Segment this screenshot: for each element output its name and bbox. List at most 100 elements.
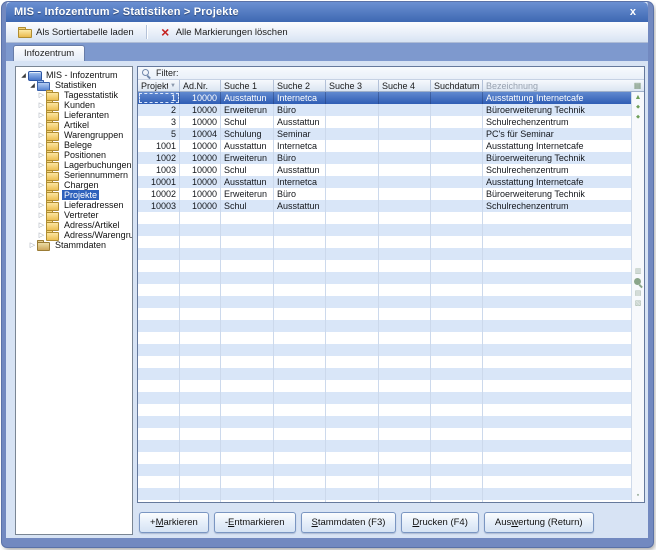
scroll-top-icon[interactable]: ▲	[635, 94, 642, 101]
close-button[interactable]: x	[626, 6, 640, 18]
tree-item-statistiken[interactable]: ◢ Statistiken	[16, 80, 132, 90]
expand-arrow-icon[interactable]: ▷	[37, 231, 46, 239]
expand-arrow-icon[interactable]: ▷	[37, 101, 46, 109]
table-cell	[180, 344, 221, 356]
table-cell	[221, 224, 274, 236]
tree-item-adress-artikel[interactable]: ▷ Adress/Artikel	[16, 220, 132, 230]
folder-icon	[46, 191, 59, 200]
column-chooser-button[interactable]: ▦	[631, 80, 644, 91]
tree-item-belege[interactable]: ▷ Belege	[16, 140, 132, 150]
tree-item-lagerbuchungen[interactable]: ▷ Lagerbuchungen	[16, 160, 132, 170]
drucken-button[interactable]: Drucken (F4)	[401, 512, 478, 533]
magnifier-icon[interactable]	[634, 278, 643, 287]
tree-item-lieferanten[interactable]: ▷ Lieferanten	[16, 110, 132, 120]
table-cell	[379, 368, 431, 380]
expand-arrow-icon[interactable]: ▷	[37, 161, 46, 169]
expand-arrow-icon[interactable]: ▷	[37, 151, 46, 159]
table-cell	[379, 116, 431, 128]
table-cell	[379, 356, 431, 368]
entmarkieren-button[interactable]: - Entmarkieren	[214, 512, 296, 533]
folder-icon	[46, 121, 59, 130]
collapse-arrow-icon[interactable]: ◢	[28, 82, 37, 89]
filter-row[interactable]: Filter:	[138, 67, 644, 80]
table-row[interactable]: 100110000AusstattunInternetcaAusstattung…	[138, 140, 631, 152]
tree-item-kunden[interactable]: ▷ Kunden	[16, 100, 132, 110]
table-cell	[483, 248, 631, 260]
empty-row	[138, 344, 631, 356]
column-header-suche-2[interactable]: Suche 2	[274, 80, 326, 91]
table-cell	[431, 140, 483, 152]
load-as-sort-table-button[interactable]: Als Sortiertabelle laden	[12, 24, 140, 41]
tree-item-chargen[interactable]: ▷ Chargen	[16, 180, 132, 190]
column-header-label: Suche 2	[277, 81, 322, 91]
rows-icon[interactable]: ▤	[635, 290, 642, 297]
folder-icon	[46, 141, 59, 150]
table-cell	[483, 380, 631, 392]
expand-arrow-icon[interactable]: ▷	[37, 181, 46, 189]
tree-item-vertreter[interactable]: ▷ Vertreter	[16, 210, 132, 220]
expand-arrow-icon[interactable]: ▷	[37, 221, 46, 229]
table-row[interactable]: 1000310000SchulAusstattunSchulrechenzent…	[138, 200, 631, 212]
markieren-button[interactable]: + Markieren	[139, 512, 209, 533]
tab-infozentrum[interactable]: Infozentrum	[13, 45, 85, 61]
table-cell	[379, 92, 431, 104]
folder-icon	[46, 111, 59, 120]
tree-item-seriennummern[interactable]: ▷ Seriennummern	[16, 170, 132, 180]
grid-header: Projekt ▼ Ad.Nr. Suche 1 Suche 2 Suche 3…	[138, 80, 644, 92]
table-cell	[274, 452, 326, 464]
clear-all-marks-button[interactable]: × Alle Markierungen löschen	[153, 24, 294, 41]
column-header-bezeichnung[interactable]: Bezeichnung	[483, 80, 631, 91]
expand-arrow-icon[interactable]: ▷	[37, 191, 46, 199]
stammdaten-button[interactable]: Stammdaten (F3)	[301, 512, 397, 533]
grid-icon[interactable]: ▧	[635, 300, 642, 307]
table-cell: 10000	[180, 116, 221, 128]
expand-arrow-icon[interactable]: ▷	[37, 141, 46, 149]
toolbar-button-label: Alle Markierungen löschen	[176, 27, 288, 38]
table-row[interactable]: 510004SchulungSeminarPC's für Seminar	[138, 128, 631, 140]
collapse-arrow-icon[interactable]: ◢	[19, 72, 28, 79]
tree-item-stammdaten[interactable]: ▷ Stammdaten	[16, 240, 132, 250]
auswertung-button[interactable]: Auswertung (Return)	[484, 512, 594, 533]
column-header-suche-3[interactable]: Suche 3	[326, 80, 379, 91]
table-row[interactable]: 310000SchulAusstattunSchulrechenzentrum	[138, 116, 631, 128]
table-row[interactable]: 210000ErweiterunBüroBüroerweiterung Tech…	[138, 104, 631, 116]
columns-icon[interactable]: ▥	[635, 268, 642, 275]
table-row[interactable]: 110000AusstattunInternetcaAusstattung In…	[138, 92, 631, 104]
tree-item-tagesstatistik[interactable]: ▷ Tagesstatistik	[16, 90, 132, 100]
tree-item-projekte[interactable]: ▷ Projekte	[16, 190, 132, 200]
expand-arrow-icon[interactable]: ▷	[37, 211, 46, 219]
expand-arrow-icon[interactable]: ▷	[37, 201, 46, 209]
tree-item-lieferadressen[interactable]: ▷ Lieferadressen	[16, 200, 132, 210]
table-cell: 10000	[180, 152, 221, 164]
tree-item-artikel[interactable]: ▷ Artikel	[16, 120, 132, 130]
column-header-suche-4[interactable]: Suche 4	[379, 80, 431, 91]
column-header-suche-1[interactable]: Suche 1	[221, 80, 274, 91]
marker-down-icon[interactable]: ◆	[636, 114, 640, 121]
table-row[interactable]: 1000110000AusstattunInternetcaAusstattun…	[138, 176, 631, 188]
table-cell: Ausstattun	[221, 140, 274, 152]
tree-item-warengruppen[interactable]: ▷ Warengruppen	[16, 130, 132, 140]
column-header-suchdatum[interactable]: Suchdatum	[431, 80, 483, 91]
table-cell	[431, 284, 483, 296]
marker-up-icon[interactable]: ◆	[636, 104, 640, 111]
tree-item-mis-infozentrum[interactable]: ◢ MIS - Infozentrum	[16, 70, 132, 80]
table-cell	[138, 428, 180, 440]
table-cell: Schulrechenzentrum	[483, 164, 631, 176]
table-cell: Büroerweiterung Technik	[483, 188, 631, 200]
table-cell	[274, 392, 326, 404]
table-row[interactable]: 100210000ErweiterunBüroBüroerweiterung T…	[138, 152, 631, 164]
expand-arrow-icon[interactable]: ▷	[28, 241, 37, 249]
expand-arrow-icon[interactable]: ▷	[37, 121, 46, 129]
expand-arrow-icon[interactable]: ▷	[37, 91, 46, 99]
tree-item-positionen[interactable]: ▷ Positionen	[16, 150, 132, 160]
column-header-projekt[interactable]: Projekt ▼	[138, 80, 180, 91]
expand-arrow-icon[interactable]: ▷	[37, 111, 46, 119]
table-cell	[274, 272, 326, 284]
expand-arrow-icon[interactable]: ▷	[37, 131, 46, 139]
table-cell	[221, 284, 274, 296]
tree-item-adress-warengruppen[interactable]: ▷ Adress/Warengruppen	[16, 230, 132, 240]
column-header-ad-nr-[interactable]: Ad.Nr.	[180, 80, 221, 91]
table-row[interactable]: 1000210000ErweiterunBüroBüroerweiterung …	[138, 188, 631, 200]
expand-arrow-icon[interactable]: ▷	[37, 171, 46, 179]
table-row[interactable]: 100310000SchulAusstattunSchulrechenzentr…	[138, 164, 631, 176]
